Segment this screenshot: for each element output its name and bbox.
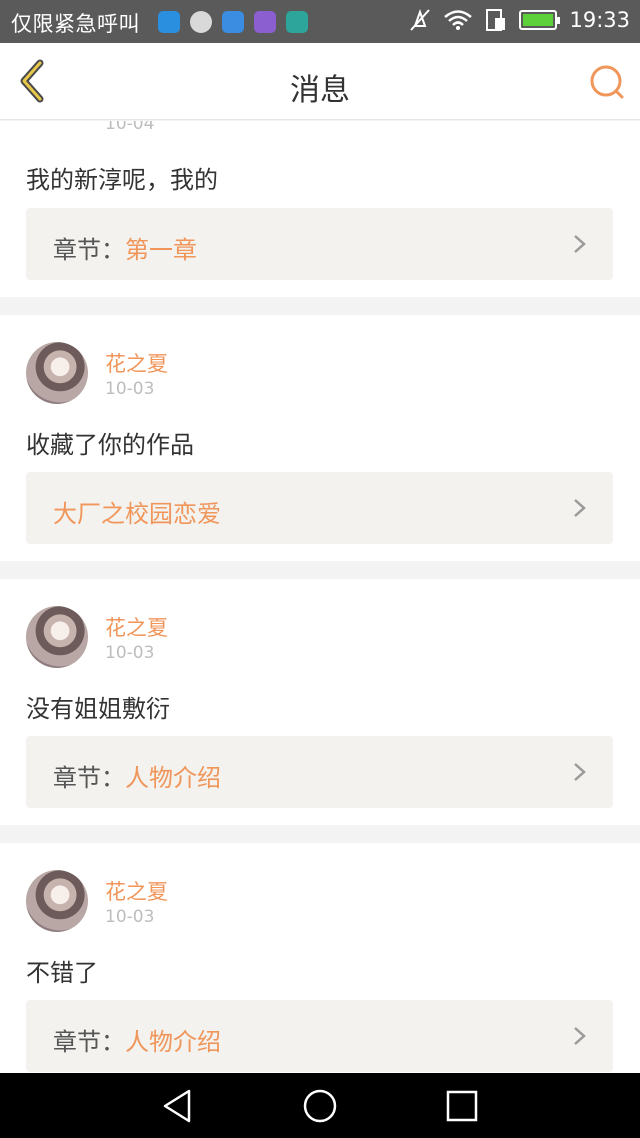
system-status: 19:33 [409, 8, 630, 32]
status-bar: 仅限紧急呼叫 19:33 [0, 0, 640, 43]
carrier-label: 仅限紧急呼叫 [11, 12, 140, 36]
battery-icon [519, 10, 561, 30]
message-card: 花之夏 10-03 没有姐姐敷衍 章节：人物介绍 [0, 579, 640, 825]
message-date: 10-03 [105, 379, 155, 399]
message-date: 10-04 [105, 121, 155, 134]
wifi-icon [444, 10, 473, 30]
user-name[interactable]: 花之夏 [105, 348, 168, 378]
message-text: 不错了 [26, 959, 98, 987]
avatar[interactable] [26, 870, 88, 932]
ref-value: 人物介绍 [125, 1028, 221, 1056]
user-name[interactable]: 花之夏 [105, 612, 168, 642]
system-nav-bar [0, 1073, 640, 1138]
message-card: 花之夏 10-03 收藏了你的作品 大厂之校园恋爱 [0, 315, 640, 561]
avatar[interactable] [26, 342, 88, 404]
ref-label: 章节： [53, 1028, 125, 1056]
chevron-right-icon [574, 499, 586, 517]
ref-label: 章节： [53, 236, 125, 264]
ref-value: 第一章 [125, 236, 197, 264]
work-link[interactable]: 大厂之校园恋爱 [26, 472, 613, 544]
message-text: 没有姐姐敷衍 [26, 695, 170, 723]
gallery-app-icon [222, 11, 244, 33]
globe-app-icon [190, 11, 212, 33]
nav-back-icon[interactable] [159, 1087, 197, 1125]
user-name[interactable]: 花之夏 [105, 876, 168, 906]
keyboard-app-icon [254, 11, 276, 33]
message-date: 10-03 [105, 907, 155, 927]
ref-value: 人物介绍 [125, 764, 221, 792]
shield-app-icon [286, 11, 308, 33]
message-card: 10-04 我的新淳呢，我的 章节：第一章 [0, 121, 640, 297]
chapter-link[interactable]: 章节：人物介绍 [26, 1000, 613, 1072]
nav-home-icon[interactable] [301, 1087, 339, 1125]
page-title: 消息 [290, 73, 350, 108]
chevron-right-icon [574, 763, 586, 781]
health-app-icon [158, 11, 180, 33]
message-date: 10-03 [105, 643, 155, 663]
sim-icon [486, 9, 506, 31]
message-list[interactable]: 10-04 我的新淳呢，我的 章节：第一章 花之夏 10-03 收藏了你的作品 … [0, 121, 640, 1073]
mute-icon [410, 9, 431, 31]
top-bar: 消息 [0, 43, 640, 120]
ref-value: 大厂之校园恋爱 [53, 500, 221, 528]
message-text: 我的新淳呢，我的 [26, 166, 218, 194]
nav-recents-icon[interactable] [443, 1087, 481, 1125]
chapter-link[interactable]: 章节：人物介绍 [26, 736, 613, 808]
chevron-right-icon [574, 1027, 586, 1045]
avatar[interactable] [26, 606, 88, 668]
chapter-link[interactable]: 章节：第一章 [26, 208, 613, 280]
clock: 19:33 [569, 8, 630, 32]
message-card: 花之夏 10-03 不错了 章节：人物介绍 [0, 843, 640, 1073]
chevron-right-icon [574, 235, 586, 253]
notification-icons [158, 11, 308, 33]
message-text: 收藏了你的作品 [26, 431, 194, 459]
search-icon[interactable] [588, 63, 626, 101]
ref-label: 章节： [53, 764, 125, 792]
